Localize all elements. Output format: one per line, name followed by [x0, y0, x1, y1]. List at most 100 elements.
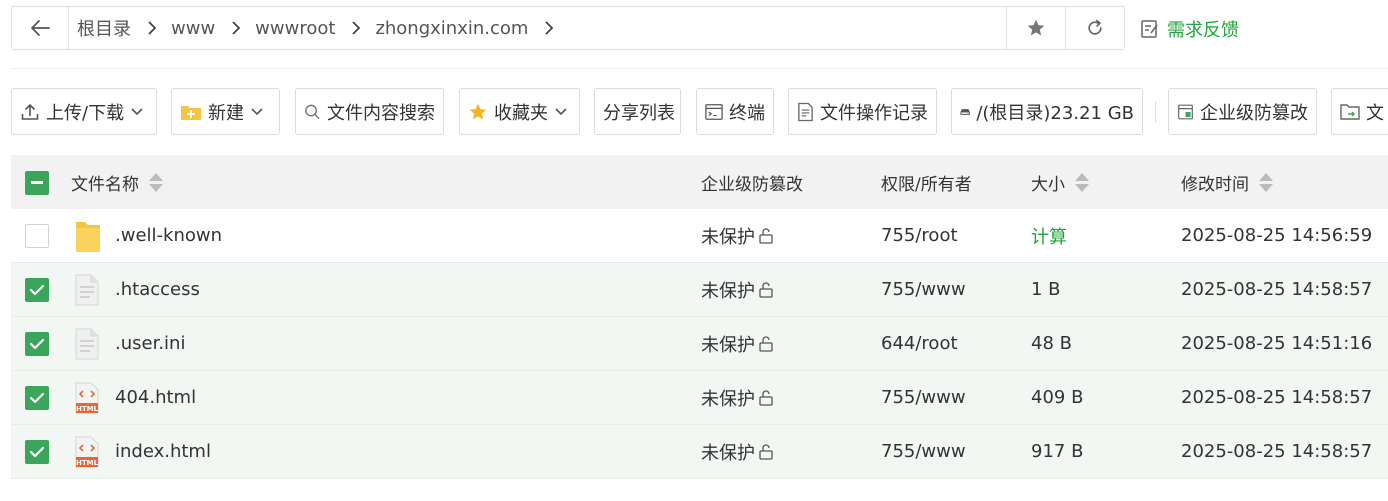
- svg-text:HTML: HTML: [76, 459, 99, 467]
- more-toolbar-button[interactable]: 文: [1331, 88, 1388, 135]
- protect-status-label: 未保护: [701, 280, 755, 302]
- modified-time: 2025-08-25 14:58:57: [1181, 387, 1373, 408]
- file-oplog-button[interactable]: 文件操作记录: [788, 88, 937, 135]
- protect-status-label: 未保护: [701, 442, 755, 464]
- toolbar-separator: [1155, 101, 1156, 123]
- protect-status-label: 未保护: [701, 334, 755, 356]
- table-header: 文件名称 企业级防篡改 权限/所有者 大小 修改时间: [11, 155, 1388, 209]
- file-type-icon: HTML: [75, 425, 99, 478]
- file-name[interactable]: .htaccess: [115, 263, 200, 316]
- chevron-down-icon: [555, 107, 567, 115]
- unlock-icon[interactable]: [757, 389, 775, 407]
- breadcrumb-root[interactable]: 根目录: [77, 15, 131, 41]
- share-list-label: 分享列表: [603, 102, 675, 124]
- chevron-down-icon: [251, 107, 263, 115]
- protect-status: 未保护: [701, 371, 775, 424]
- back-button[interactable]: [12, 7, 69, 49]
- row-checkbox[interactable]: [25, 440, 49, 464]
- permission-owner[interactable]: 755/root: [881, 209, 958, 262]
- minus-icon: [31, 181, 43, 184]
- header-mtime[interactable]: 修改时间: [1181, 155, 1273, 209]
- header-size[interactable]: 大小: [1031, 155, 1089, 209]
- row-checkbox[interactable]: [25, 278, 49, 302]
- chevron-right-icon: [131, 20, 171, 36]
- tamper-protect-button[interactable]: 企业级防篡改: [1168, 88, 1317, 135]
- row-checkbox[interactable]: [25, 224, 49, 248]
- more-toolbar-label: 文: [1366, 102, 1384, 124]
- header-perm-label: 权限/所有者: [881, 174, 972, 195]
- unlock-icon[interactable]: [757, 443, 775, 461]
- upload-download-label: 上传/下载: [46, 102, 125, 124]
- file-size: 917 B: [1031, 441, 1084, 462]
- sort-icon: [1259, 172, 1273, 192]
- svg-text:HTML: HTML: [76, 405, 99, 413]
- disk-button[interactable]: /(根目录)23.21 GB: [951, 88, 1143, 135]
- permission-owner[interactable]: 644/root: [881, 317, 958, 370]
- divider: [11, 68, 1388, 69]
- upload-icon: [21, 103, 39, 120]
- content-search-label: 文件内容搜索: [327, 102, 435, 124]
- table-row[interactable]: HTML index.html 未保护 755/www 917 B 2025-08-25 …: [11, 425, 1388, 479]
- table-row[interactable]: .user.ini 未保护 644/root 48 B 2025-08-25 14:51…: [11, 317, 1388, 371]
- check-icon: [29, 338, 45, 350]
- feedback-link[interactable]: 需求反馈: [1140, 16, 1239, 42]
- sort-icon: [1075, 172, 1089, 192]
- select-all-checkbox[interactable]: [25, 171, 49, 195]
- share-list-button[interactable]: 分享列表: [594, 88, 681, 135]
- header-perm: 权限/所有者: [881, 155, 972, 209]
- unlock-icon[interactable]: [757, 281, 775, 299]
- chevron-right-icon: [215, 20, 255, 36]
- protect-status: 未保护: [701, 317, 775, 370]
- content-search-button[interactable]: 文件内容搜索: [295, 88, 444, 135]
- modified-time: 2025-08-25 14:56:59: [1181, 225, 1373, 246]
- breadcrumb-www[interactable]: www: [171, 18, 215, 39]
- row-checkbox[interactable]: [25, 332, 49, 356]
- hard-drive-icon: [960, 108, 970, 115]
- file-size[interactable]: 计算: [1031, 209, 1067, 262]
- unlock-icon[interactable]: [757, 227, 775, 245]
- header-mtime-label: 修改时间: [1181, 174, 1249, 195]
- header-name[interactable]: 文件名称: [71, 155, 163, 209]
- new-button[interactable]: 新建: [171, 88, 280, 135]
- favorite-button[interactable]: [1006, 7, 1065, 49]
- check-icon: [29, 392, 45, 404]
- permission-owner[interactable]: 755/www: [881, 425, 966, 478]
- star-icon: [469, 103, 487, 119]
- upload-download-button[interactable]: 上传/下载: [11, 88, 157, 135]
- new-label: 新建: [208, 102, 244, 124]
- edit-icon: [1141, 20, 1158, 38]
- terminal-label: 终端: [729, 102, 765, 124]
- permission-owner[interactable]: 755/www: [881, 263, 966, 316]
- file-size: 409 B: [1031, 387, 1084, 408]
- modified-time: 2025-08-25 14:58:57: [1181, 279, 1373, 300]
- html-file-icon: HTML: [75, 382, 99, 413]
- file-type-icon: [75, 209, 101, 262]
- breadcrumb-wwwroot[interactable]: wwwroot: [255, 18, 335, 39]
- table-row[interactable]: .htaccess 未保护 755/www 1 B 2025-08-25 14:58:5…: [11, 263, 1388, 317]
- permission-owner[interactable]: 755/www: [881, 371, 966, 424]
- refresh-button[interactable]: [1065, 7, 1124, 49]
- terminal-button[interactable]: 终端: [696, 88, 774, 135]
- arrow-left-icon: [31, 20, 50, 36]
- folder-sync-icon: [1340, 103, 1360, 120]
- file-name[interactable]: 404.html: [115, 371, 196, 424]
- table-row[interactable]: HTML 404.html 未保护 755/www 409 B 2025-08-25 14…: [11, 371, 1388, 425]
- header-name-label: 文件名称: [71, 174, 139, 195]
- header-protect: 企业级防篡改: [701, 155, 803, 209]
- header-size-label: 大小: [1031, 174, 1065, 195]
- refresh-icon: [1088, 19, 1102, 35]
- tamper-protect-label: 企业级防篡改: [1200, 102, 1308, 124]
- shield-file-icon: [1178, 104, 1193, 119]
- new-folder-icon: [181, 105, 201, 120]
- favorites-button[interactable]: 收藏夹: [459, 88, 580, 135]
- modified-time: 2025-08-25 14:51:16: [1181, 333, 1373, 354]
- check-icon: [29, 446, 45, 458]
- file-name[interactable]: index.html: [115, 425, 211, 478]
- file-name[interactable]: .user.ini: [115, 317, 185, 370]
- table-row[interactable]: .well-known 未保护 755/root 计算 2025-08-25 14:56…: [11, 209, 1388, 263]
- breadcrumb-site[interactable]: zhongxinxin.com: [375, 18, 528, 39]
- unlock-icon[interactable]: [757, 335, 775, 353]
- row-checkbox[interactable]: [25, 386, 49, 410]
- sort-icon: [149, 172, 163, 192]
- file-name[interactable]: .well-known: [115, 209, 222, 262]
